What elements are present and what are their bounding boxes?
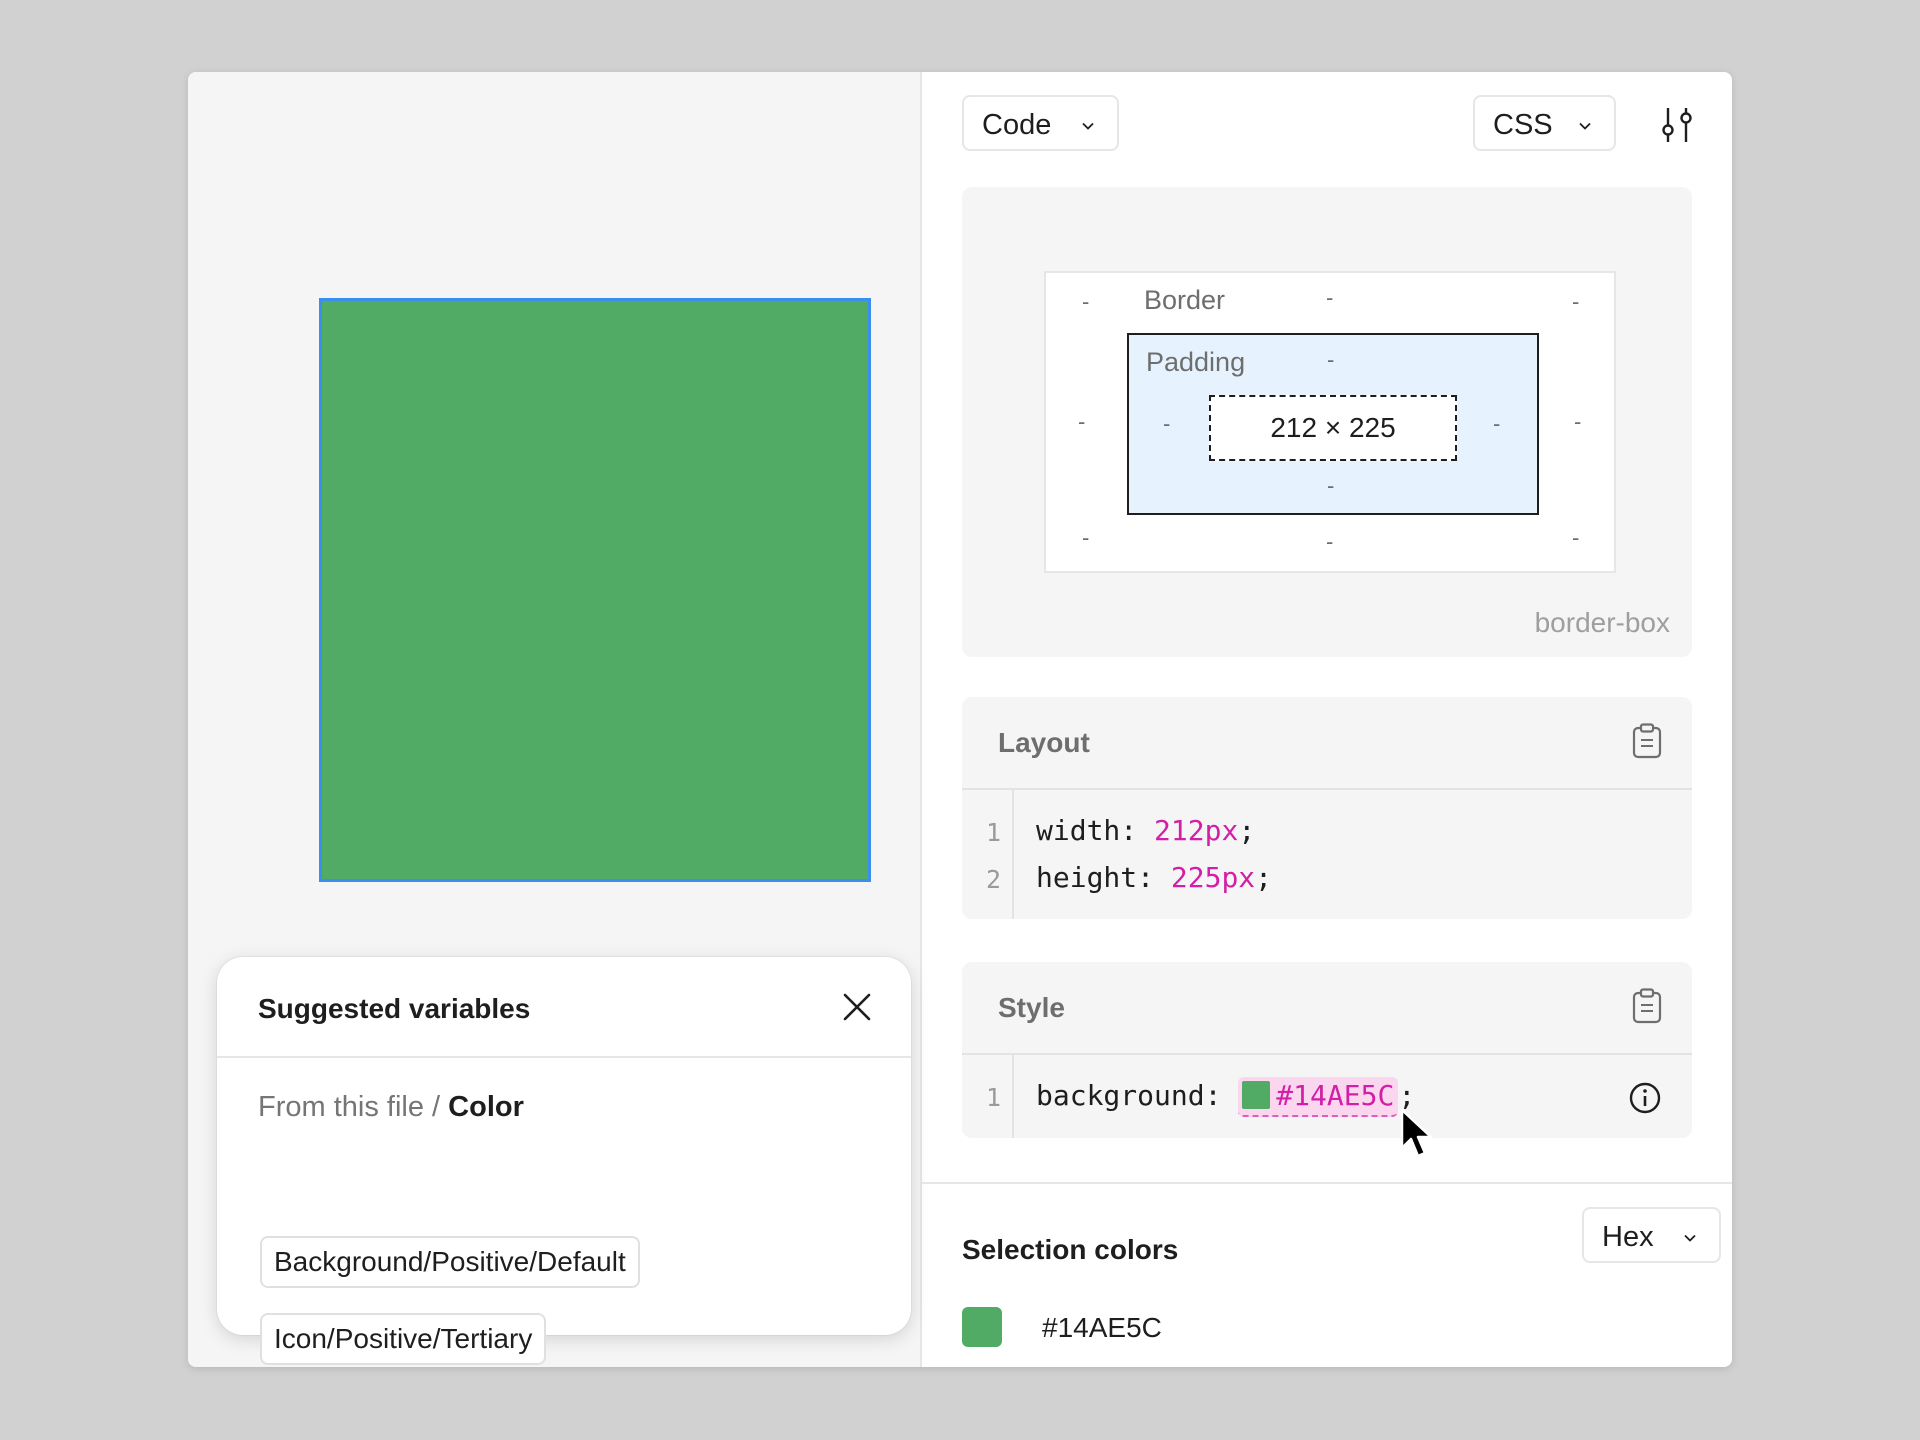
color-swatch — [1242, 1081, 1271, 1109]
content-size: 212 × 225 — [1209, 395, 1457, 461]
padding-right-value: - — [1493, 411, 1501, 436]
design-canvas[interactable]: Suggested variables From this file / Col… — [188, 72, 922, 1367]
layout-title: Layout — [998, 727, 1090, 758]
chevron-down-icon — [1684, 1234, 1696, 1242]
variable-chip[interactable]: Icon/Positive/Tertiary — [260, 1313, 547, 1365]
selection-color-swatch[interactable] — [962, 1307, 1002, 1347]
box-sizing-label: border-box — [1534, 607, 1670, 638]
settings-sliders-icon[interactable] — [1660, 106, 1694, 144]
mode-dropdown[interactable]: Code — [962, 95, 1119, 151]
style-header: Style — [962, 962, 1692, 1055]
color-format-dropdown[interactable]: Hex — [1582, 1207, 1721, 1263]
border-bottom-left-value: - — [1082, 525, 1090, 550]
code-line: height: 225px; — [1036, 861, 1272, 894]
code-line: width: 212px; — [1036, 814, 1255, 847]
clipboard-icon[interactable] — [1632, 723, 1662, 759]
line-number: 2 — [986, 865, 1002, 894]
line-gutter — [962, 790, 1014, 919]
border-top-value: - — [1326, 285, 1334, 310]
border-left-value: - — [1078, 409, 1086, 434]
language-dropdown-label: CSS — [1493, 109, 1553, 141]
padding-top-value: - — [1327, 347, 1335, 372]
box-model-diagram: Border - - - - - - - - Padding - - - - 2… — [962, 187, 1692, 657]
css-value: #14AE5C — [1276, 1079, 1395, 1112]
layout-header: Layout — [962, 697, 1692, 790]
popover-header: Suggested variables — [217, 957, 911, 1058]
css-value: 225px — [1170, 861, 1256, 894]
css-terminator: ; — [1238, 814, 1256, 847]
chevron-down-icon — [1579, 122, 1591, 130]
path-prefix[interactable]: From this file / — [258, 1091, 440, 1123]
css-property: height: — [1036, 861, 1155, 894]
language-dropdown[interactable]: CSS — [1473, 95, 1616, 151]
border-bottom-value: - — [1326, 529, 1334, 554]
variable-chip[interactable]: Background/Positive/Default — [260, 1236, 640, 1288]
popover-title: Suggested variables — [258, 993, 531, 1024]
border-top-right-value: - — [1572, 289, 1580, 314]
padding-left-value: - — [1163, 411, 1171, 436]
border-bottom-right-value: - — [1572, 525, 1580, 550]
padding-label: Padding — [1146, 347, 1246, 377]
color-token[interactable]: #14AE5C — [1238, 1077, 1399, 1117]
css-terminator: ; — [1398, 1079, 1416, 1112]
layout-section: Layout 1 width: 212px; 2 height: 225px; — [962, 697, 1692, 919]
css-property: width: — [1036, 814, 1138, 847]
app-window: Suggested variables From this file / Col… — [188, 72, 1732, 1367]
chevron-down-icon — [1082, 122, 1094, 130]
css-value: 212px — [1154, 814, 1239, 847]
selection-color-hex[interactable]: #14AE5C — [1042, 1312, 1162, 1344]
border-label: Border — [1144, 285, 1226, 315]
border-top-left-value: - — [1082, 289, 1090, 314]
border-right-value: - — [1574, 409, 1582, 434]
border-box: Border - - - - - - - - Padding - - - - 2… — [1044, 271, 1616, 573]
close-icon[interactable] — [841, 991, 873, 1023]
line-number: 1 — [986, 1083, 1002, 1112]
padding-box: Padding - - - - 212 × 225 — [1127, 333, 1539, 515]
code-line: background: #14AE5C; — [1036, 1077, 1415, 1117]
clipboard-icon[interactable] — [1632, 988, 1662, 1024]
css-property: background: — [1036, 1079, 1222, 1112]
padding-bottom-value: - — [1327, 473, 1335, 498]
selected-frame[interactable] — [319, 298, 871, 882]
path-current: Color — [448, 1091, 524, 1123]
info-icon[interactable] — [1628, 1081, 1662, 1115]
variable-path: From this file / Color — [258, 1091, 524, 1124]
mode-dropdown-label: Code — [982, 109, 1052, 141]
css-terminator: ; — [1255, 861, 1273, 894]
style-section: Style 1 background: #14AE5C; — [962, 962, 1692, 1138]
suggested-variables-popover: Suggested variables From this file / Col… — [217, 957, 911, 1365]
line-number: 1 — [986, 818, 1002, 847]
inspect-panel: Code CSS Border - - - - - - - - Padding … — [922, 72, 1732, 1367]
section-divider — [922, 1182, 1732, 1184]
style-title: Style — [998, 992, 1065, 1023]
selection-colors-title: Selection colors — [962, 1234, 1179, 1265]
color-format-label: Hex — [1602, 1221, 1654, 1253]
